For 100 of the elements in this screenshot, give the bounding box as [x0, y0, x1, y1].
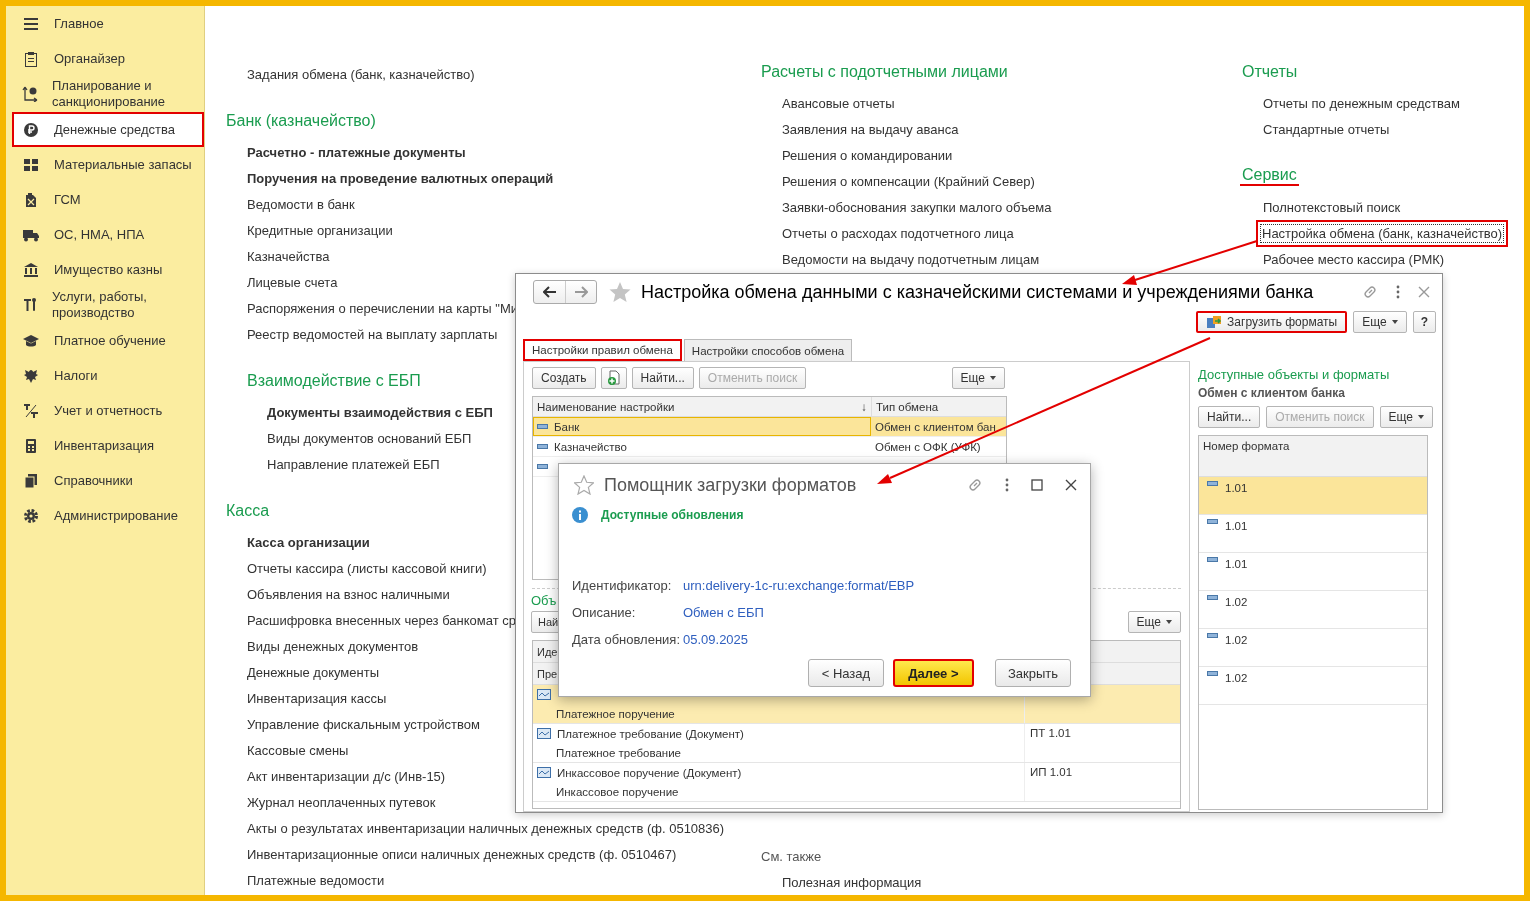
nav-link[interactable]: Виды денежных документов [247, 638, 419, 654]
nav-link[interactable]: Ведомости в банк [247, 196, 355, 212]
nav-link[interactable]: Заявки-обоснования закупки малого объема [782, 199, 1052, 215]
nav-link[interactable]: Стандартные отчеты [1263, 121, 1390, 137]
toolbar-button[interactable]: Найти... [631, 367, 694, 389]
nav-link[interactable]: Кассовые смены [247, 742, 349, 758]
nav-link[interactable]: Денежные документы [247, 664, 379, 680]
column-header[interactable]: Наименование настройки ↓ [533, 397, 871, 416]
nav-link[interactable]: Поручения на проведение валютных операций [247, 170, 554, 186]
close-icon[interactable] [1065, 479, 1077, 491]
toolbar-button[interactable]: Загрузить форматы [1196, 311, 1348, 333]
column-header[interactable]: Номер формата [1203, 440, 1290, 452]
nav-link[interactable]: Акты о результатах инвентаризации наличных денежных средств (ф. 0510836) [247, 820, 725, 836]
table-row[interactable]: 1.02 [1199, 667, 1427, 705]
nav-link[interactable]: Акт инвентаризации д/с (Инв-15) [247, 768, 446, 784]
nav-link[interactable]: Настройка обмена (банк, казначейство) [1256, 219, 1509, 247]
nav-link[interactable]: Реестр ведомостей на выплату зарплаты [247, 326, 498, 342]
nav-link[interactable]: Объявления на взнос наличными [247, 586, 450, 602]
sidebar-item[interactable]: Услуги, работы, производство [12, 287, 204, 323]
column-header[interactable]: Иде [537, 645, 558, 658]
nav-link[interactable]: Документы взаимодействия с ЕБП [267, 404, 493, 420]
table-cell-text: ПТ 1.01 [1029, 726, 1072, 741]
nav-link[interactable]: Казначейства [247, 248, 330, 264]
caret-icon [1417, 415, 1424, 419]
section-subheading: Обмен с клиентом банка [1198, 385, 1346, 402]
nav-link[interactable]: Отчеты о расходах подотчетного лица [782, 225, 1014, 241]
nav-link[interactable]: Заявления на выдачу аванса [782, 121, 959, 137]
star-icon[interactable] [609, 281, 631, 303]
nav-link[interactable]: Полезная информация [782, 874, 922, 890]
toolbar-button[interactable]: ? [1412, 311, 1436, 333]
sidebar-item[interactable]: Налоги [12, 358, 204, 393]
sidebar-item[interactable]: ГСМ [12, 182, 204, 217]
column-header[interactable]: Пре [537, 667, 558, 680]
table-cell: 1.02 [1225, 633, 1248, 647]
nav-link[interactable]: Полнотекстовый поиск [1263, 199, 1401, 215]
nav-link[interactable]: Инвентаризационные описи наличных денежных средств (ф. 0510467) [247, 846, 677, 862]
dialog-button[interactable]: < Назад [807, 659, 884, 687]
add-document-button[interactable] [600, 367, 627, 389]
link-icon[interactable] [1362, 284, 1378, 300]
tab[interactable]: Настройки способов обмена [683, 339, 853, 361]
nav-link[interactable]: Расчетно - платежные документы [247, 144, 466, 160]
sidebar-item[interactable]: Денежные средства [12, 112, 204, 147]
table-row[interactable]: 1.02 [1199, 591, 1427, 629]
sidebar-item[interactable]: Имущество казны [12, 252, 204, 287]
nav-link[interactable]: Авансовые отчеты [782, 95, 895, 111]
nav-link[interactable]: Отчеты по денежным средствам [1263, 95, 1460, 111]
table-row[interactable]: 1.02 [1199, 629, 1427, 667]
more-icon[interactable] [1396, 285, 1400, 299]
sidebar-item[interactable]: Администрирование [12, 498, 204, 533]
toolbar-button[interactable]: Еще [1379, 406, 1433, 428]
nav-link[interactable]: Лицевые счета [247, 274, 338, 290]
dash-icon [1207, 557, 1218, 562]
table-row[interactable]: 1.01 [1199, 477, 1427, 515]
dialog-button[interactable]: Далее > [892, 659, 974, 687]
nav-link[interactable]: Направление платежей ЕБП [267, 456, 440, 472]
link-icon[interactable] [967, 477, 983, 493]
toolbar-button[interactable]: Еще [1353, 311, 1407, 333]
sidebar-item[interactable]: Учет и отчетность [12, 393, 204, 428]
dialog-button[interactable]: Закрыть [994, 659, 1071, 687]
nav-link[interactable]: Касса организации [247, 534, 370, 550]
sidebar-item[interactable]: Главное [12, 6, 204, 41]
section-heading: Расчеты с подотчетными лицами [761, 63, 1008, 81]
nav-link[interactable]: Расшифровка внесенных через банкомат ср [247, 612, 516, 628]
nav-link[interactable]: Платежные ведомости [247, 872, 385, 888]
sidebar-item[interactable]: Инвентаризация [12, 428, 204, 463]
nav-link[interactable]: Виды документов оснований ЕБП [267, 430, 472, 446]
nav-link[interactable]: Рабочее место кассира (РМК) [1263, 251, 1445, 267]
toolbar-button[interactable]: Найти... [1198, 406, 1261, 428]
table-row[interactable]: Платежное требование (Документ) Платежное требование ПТ 1.01 [533, 724, 1180, 763]
table-row[interactable]: 1.01 [1199, 553, 1427, 591]
star-icon[interactable] [574, 475, 594, 495]
nav-link[interactable]: Отчеты кассира (листы кассовой книги) [247, 560, 487, 576]
nav-link[interactable]: Журнал неоплаченных путевок [247, 794, 436, 810]
column-header[interactable]: Тип обмена [871, 397, 1006, 416]
table-row[interactable]: Банк Обмен с клиентом бан [533, 417, 1006, 437]
sidebar-item[interactable]: Платное обучение [12, 323, 204, 358]
nav-link[interactable]: Управление фискальным устройством [247, 716, 480, 732]
tools-icon [22, 297, 38, 313]
table-cell: 1.02 [1225, 671, 1248, 685]
nav-link[interactable]: Решения о командировании [782, 147, 953, 163]
nav-link[interactable]: Кредитные организации [247, 222, 393, 238]
maximize-icon[interactable] [1031, 479, 1043, 491]
nav-link[interactable]: Решения о компенсации (Крайний Север) [782, 173, 1035, 189]
sidebar-item[interactable]: Органайзер [12, 41, 204, 76]
nav-link[interactable]: Инвентаризация кассы [247, 690, 387, 706]
toolbar-button[interactable]: Еще [1127, 611, 1181, 633]
tab[interactable]: Настройки правил обмена [523, 339, 682, 361]
table-row[interactable]: Инкассовое поручение (Документ) Инкассовое поручение ИП 1.01 [533, 763, 1180, 802]
nav-link[interactable]: Ведомости на выдачу подотчетным лицам [782, 251, 1040, 267]
dash-icon [537, 444, 548, 449]
toolbar-button[interactable]: Еще [951, 367, 1005, 389]
sidebar-item[interactable]: ОС, НМА, НПА [12, 217, 204, 252]
sidebar-item[interactable]: Планирование и санкционирование [12, 76, 204, 112]
sidebar-item[interactable]: Материальные запасы [12, 147, 204, 182]
sidebar-item[interactable]: Справочники [12, 463, 204, 498]
document-chart-icon [537, 767, 551, 778]
more-icon[interactable] [1005, 478, 1009, 492]
toolbar-button[interactable]: Создать [532, 367, 596, 389]
table-row[interactable]: 1.01 [1199, 515, 1427, 553]
nav-link[interactable]: Задания обмена (банк, казначейство) [247, 66, 475, 82]
